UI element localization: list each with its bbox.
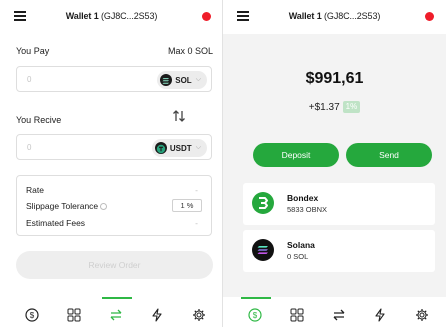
settings-icon xyxy=(416,309,428,321)
rate-label: Rate xyxy=(26,185,44,195)
wallet-icon: $ xyxy=(248,308,262,322)
swap-icon xyxy=(333,309,345,321)
swap-screen: Wallet 1 (GJ8C...2S53) You Pay Max 0 SOL… xyxy=(0,0,223,327)
nav-settings[interactable] xyxy=(187,297,211,327)
network-status-dot xyxy=(202,12,211,21)
slippage-input[interactable]: 1 % xyxy=(172,199,202,212)
bottom-nav: $ xyxy=(0,297,223,327)
receive-token-selector[interactable]: USDT ⌵ xyxy=(151,139,207,157)
top-bar: Wallet 1 (GJ8C...2S53) xyxy=(223,0,446,34)
settings-icon xyxy=(193,309,205,321)
nav-lightning[interactable] xyxy=(368,297,392,327)
deposit-button[interactable]: Deposit xyxy=(253,143,339,167)
nav-apps[interactable] xyxy=(285,297,309,327)
asset-amount: 5833 OBNX xyxy=(287,205,328,214)
fees-row: Estimated Fees - xyxy=(26,218,202,230)
asset-item-bondex[interactable]: Bondex 5833 OBNX xyxy=(243,183,435,225)
network-status-dot xyxy=(425,12,434,21)
nav-lightning[interactable] xyxy=(145,297,169,327)
wallet-address: (GJ8C...2S53) xyxy=(101,11,158,21)
receive-token-symbol: USDT xyxy=(169,143,192,153)
info-icon[interactable] xyxy=(100,203,108,211)
nav-swap[interactable] xyxy=(327,297,351,327)
rate-row: Rate - xyxy=(26,185,202,197)
asset-name: Bondex xyxy=(287,193,319,203)
max-balance-label[interactable]: Max 0 SOL xyxy=(168,46,213,56)
wallet-selector[interactable]: Wallet 1 (GJ8C...2S53) xyxy=(0,11,223,21)
pay-token-symbol: SOL xyxy=(175,75,192,85)
receive-amount-field[interactable]: 0 USDT ⌵ xyxy=(16,134,212,160)
you-pay-label: You Pay xyxy=(16,46,50,56)
fees-value: - xyxy=(195,218,198,228)
wallet-screen: Wallet 1 (GJ8C...2S53) $991,61 +$1.37 1% … xyxy=(223,0,446,327)
wallet-name: Wallet 1 xyxy=(65,11,99,21)
pay-amount-input[interactable]: 0 xyxy=(27,75,31,84)
tether-icon xyxy=(154,142,167,154)
nav-swap[interactable] xyxy=(102,297,132,327)
chevron-down-icon: ⌵ xyxy=(195,76,201,83)
swap-details-panel: Rate - Slippage Tolerance 1 % Estimated … xyxy=(16,175,212,236)
asset-amount: 0 SOL xyxy=(287,252,309,261)
you-receive-label: You Recive xyxy=(16,115,62,125)
nav-wallet[interactable]: $ xyxy=(241,297,271,327)
asset-name: Solana xyxy=(287,240,315,250)
asset-item-solana[interactable]: Solana 0 SOL xyxy=(243,230,435,272)
bondex-logo-icon xyxy=(252,192,274,214)
swap-direction-icon[interactable] xyxy=(171,108,187,124)
svg-text:$: $ xyxy=(253,311,258,320)
chevron-down-icon: ⌵ xyxy=(195,144,201,151)
fees-label: Estimated Fees xyxy=(26,218,86,228)
slippage-label: Slippage Tolerance xyxy=(26,201,99,211)
wallet-name: Wallet 1 xyxy=(288,11,322,21)
pay-token-selector[interactable]: SOL ⌵ xyxy=(157,71,207,89)
review-order-button[interactable]: Review Order xyxy=(16,251,213,279)
receive-amount-input[interactable]: 0 xyxy=(27,143,31,152)
change-amount: +$1.37 xyxy=(308,102,340,113)
apps-grid-icon xyxy=(290,308,304,322)
top-bar: Wallet 1 (GJ8C...2S53) xyxy=(0,0,223,34)
send-button[interactable]: Send xyxy=(346,143,432,167)
wallet-icon: $ xyxy=(25,308,39,322)
slippage-row: Slippage Tolerance 1 % xyxy=(26,199,202,213)
bottom-nav: $ xyxy=(223,297,446,327)
solana-logo-icon xyxy=(252,239,274,261)
svg-text:$: $ xyxy=(30,311,35,320)
balance-change: +$1.37 1% xyxy=(223,101,446,113)
wallet-selector[interactable]: Wallet 1 (GJ8C...2S53) xyxy=(223,11,446,21)
lightning-icon xyxy=(152,308,162,322)
total-balance: $991,61 xyxy=(305,70,364,87)
apps-grid-icon xyxy=(67,308,81,322)
pay-amount-field[interactable]: 0 SOL ⌵ xyxy=(16,66,212,92)
nav-wallet[interactable]: $ xyxy=(20,297,44,327)
nav-settings[interactable] xyxy=(410,297,434,327)
solana-icon xyxy=(160,74,173,86)
swap-icon xyxy=(110,309,122,321)
change-percent-badge: 1% xyxy=(342,101,361,113)
wallet-address: (GJ8C...2S53) xyxy=(324,11,381,21)
lightning-icon xyxy=(375,308,385,322)
rate-value: - xyxy=(195,185,198,195)
nav-apps[interactable] xyxy=(62,297,86,327)
